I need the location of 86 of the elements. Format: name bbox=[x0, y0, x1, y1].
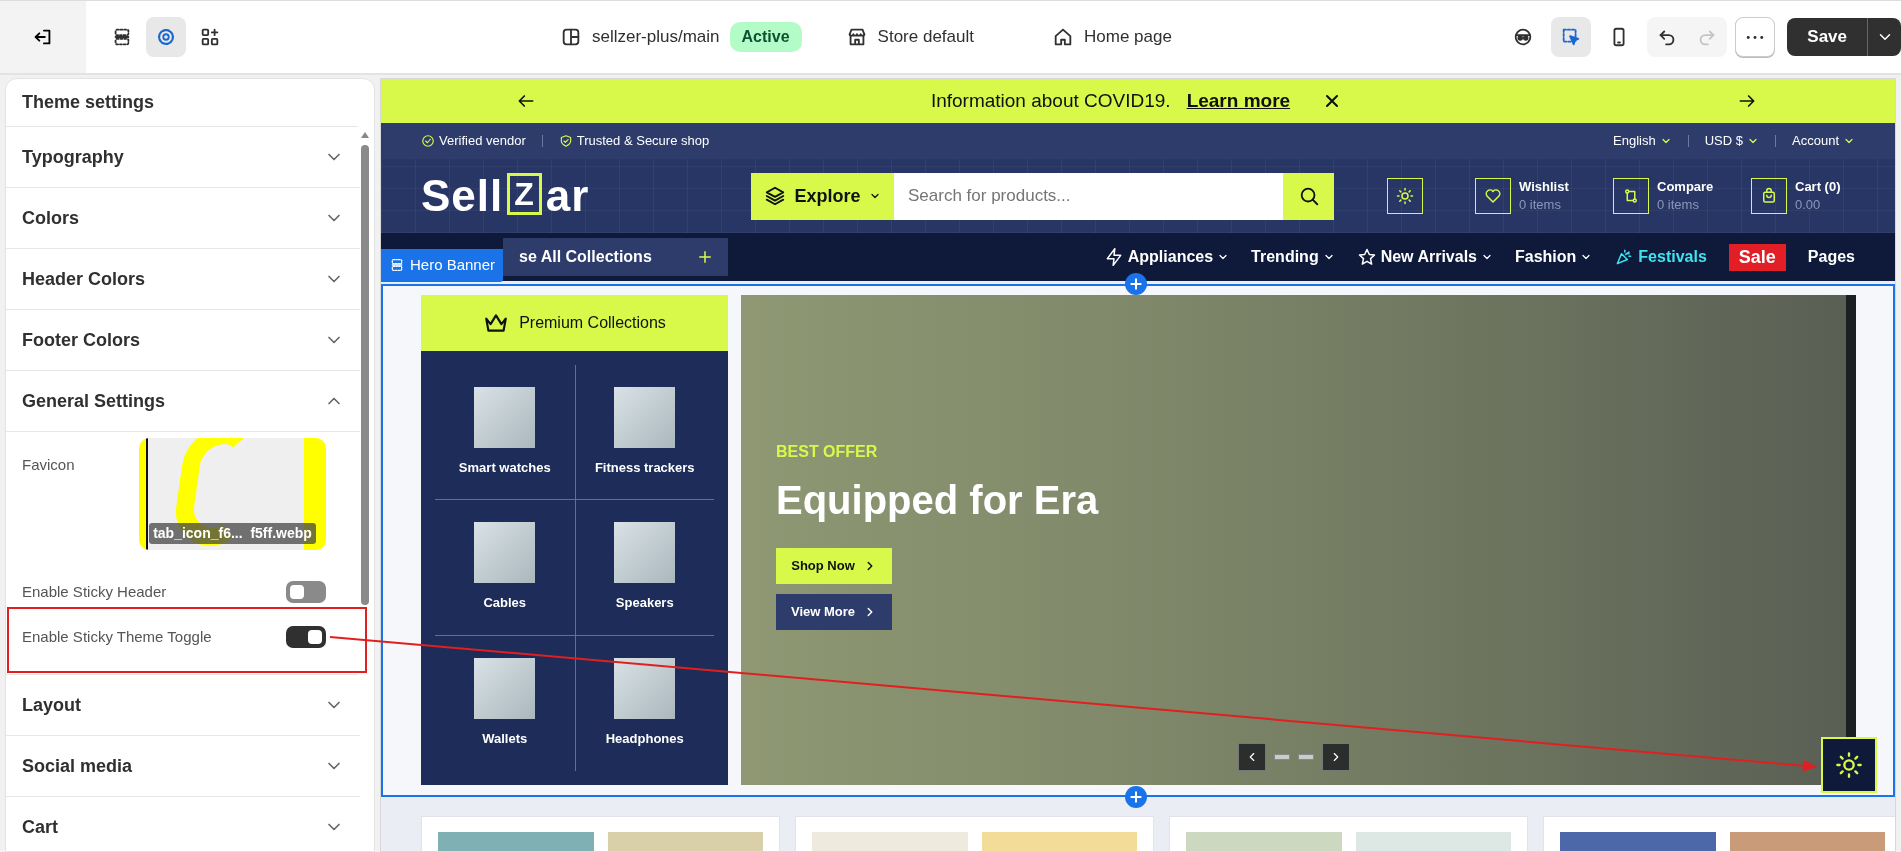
nav-link[interactable]: Trending bbox=[1251, 245, 1319, 269]
toggle-switch[interactable] bbox=[286, 581, 326, 603]
add-block-icon bbox=[199, 26, 221, 48]
header-action-label: Wishlist bbox=[1519, 178, 1570, 196]
previous-slide-button[interactable] bbox=[1237, 743, 1266, 771]
sun-icon bbox=[1396, 187, 1414, 205]
category-label[interactable]: Speakers bbox=[615, 593, 674, 613]
store-selector[interactable]: Store default bbox=[877, 24, 974, 50]
category-label[interactable]: Smart watches bbox=[458, 457, 551, 478]
hero-title: Equipped for Era bbox=[776, 477, 1100, 524]
nav-link[interactable]: Fashion bbox=[1515, 245, 1577, 269]
heart-icon bbox=[1484, 187, 1502, 205]
field-label: Enable Sticky Theme Toggle bbox=[22, 626, 212, 647]
home-icon bbox=[1052, 26, 1074, 48]
browse-collections-button[interactable]: se All Collections bbox=[503, 238, 728, 276]
category-photo[interactable] bbox=[474, 386, 536, 448]
header-action-label: Cart (0) bbox=[1795, 178, 1842, 196]
category-photo[interactable] bbox=[614, 658, 676, 720]
save-button[interactable]: Save bbox=[1787, 18, 1867, 56]
collections-title: Premium Collections bbox=[519, 313, 666, 333]
star-icon bbox=[1356, 247, 1377, 267]
next-slide-button[interactable] bbox=[1321, 743, 1350, 771]
compare-button[interactable] bbox=[1613, 178, 1649, 214]
category-label[interactable]: Headphones bbox=[605, 729, 684, 749]
select-button[interactable] bbox=[1551, 17, 1592, 57]
theme-button[interactable] bbox=[1387, 178, 1423, 214]
hero-section[interactable]: Premium Collections Smart watches Fitness trackers Cables Speakers Wallets Headphones BEST OFFER Equipped for Era Shop Now View More bbox=[381, 284, 1895, 797]
announcement-text: Information about COVID19. bbox=[930, 88, 1171, 113]
dropdown-menu[interactable]: Account bbox=[1792, 131, 1839, 151]
compare-icon bbox=[1622, 187, 1640, 205]
sun-icon bbox=[1835, 751, 1863, 779]
theme-toggle-button[interactable] bbox=[1821, 737, 1877, 793]
dropdown-menu[interactable]: USD $ bbox=[1704, 131, 1743, 151]
category-photo[interactable] bbox=[474, 658, 536, 720]
header-action-count: 0.00 bbox=[1795, 196, 1822, 214]
bag-icon bbox=[1760, 187, 1778, 205]
header-action-count: 0 items bbox=[1519, 196, 1562, 214]
scroll-up-icon[interactable] bbox=[360, 131, 370, 139]
search-button[interactable] bbox=[1283, 172, 1334, 220]
slide-indicator[interactable] bbox=[1273, 754, 1290, 760]
nav-link[interactable]: Appliances bbox=[1127, 245, 1214, 269]
plus-icon bbox=[696, 248, 714, 266]
category-label[interactable]: Wallets bbox=[482, 729, 528, 749]
theme-name: sellzer-plus/main bbox=[592, 26, 720, 49]
header-action-label: Compare bbox=[1657, 178, 1715, 196]
dropdown-menu[interactable]: English bbox=[1613, 131, 1656, 151]
secondary-button[interactable]: View More bbox=[776, 594, 892, 630]
primary-button[interactable]: Shop Now bbox=[776, 548, 892, 584]
field-label: Favicon bbox=[22, 455, 75, 475]
trust-label: Trusted & Secure shop bbox=[576, 132, 710, 151]
layout-icon bbox=[560, 26, 582, 48]
category-label[interactable]: Fitness trackers bbox=[594, 457, 695, 478]
toggle-switch[interactable] bbox=[286, 626, 326, 648]
shield-check-icon bbox=[558, 134, 573, 148]
category-photo[interactable] bbox=[614, 522, 676, 584]
check-circle-icon bbox=[421, 134, 435, 148]
settings-icon bbox=[155, 26, 177, 48]
layers-icon bbox=[764, 185, 787, 207]
sections-icon bbox=[389, 257, 405, 274]
category-photo[interactable] bbox=[474, 522, 536, 584]
favicon-image[interactable]: tab_icon_f6... f5ff.webp bbox=[139, 438, 326, 550]
cart-button[interactable] bbox=[1751, 178, 1787, 214]
file-name: tab_icon_f6... f5ff.webp bbox=[149, 523, 316, 544]
wishlist-button[interactable] bbox=[1475, 178, 1511, 214]
hero-eyebrow: BEST OFFER bbox=[776, 442, 879, 462]
nav-link[interactable]: Festivals bbox=[1638, 245, 1707, 269]
store-logo[interactable]: Sell $^{Z}$ ar bbox=[421, 163, 751, 229]
nav-link[interactable]: Pages bbox=[1807, 245, 1855, 269]
category-label[interactable]: Cables bbox=[483, 593, 527, 613]
more-icon bbox=[1746, 34, 1765, 40]
header-action-count: 0 items bbox=[1657, 196, 1700, 214]
nav-link[interactable]: New Arrivals bbox=[1380, 245, 1477, 269]
field-label: Enable Sticky Header bbox=[22, 581, 167, 602]
trust-label: Verified vendor bbox=[439, 132, 526, 151]
section-label[interactable]: Hero Banner bbox=[381, 249, 504, 282]
search-field[interactable]: Search for products... bbox=[894, 172, 1283, 220]
category-photo[interactable] bbox=[614, 386, 676, 448]
status-badge: Active bbox=[729, 22, 802, 52]
plus-icon bbox=[1128, 789, 1144, 805]
plus-icon bbox=[1128, 276, 1144, 292]
page-selector[interactable]: Home page bbox=[1084, 24, 1172, 50]
save-options-button[interactable] bbox=[1867, 18, 1901, 56]
slide-indicator[interactable] bbox=[1297, 754, 1314, 760]
settings-button[interactable] bbox=[146, 17, 186, 57]
learn-more-link[interactable]: Learn more bbox=[1186, 86, 1291, 116]
explore-button[interactable]: Explore bbox=[751, 172, 894, 220]
